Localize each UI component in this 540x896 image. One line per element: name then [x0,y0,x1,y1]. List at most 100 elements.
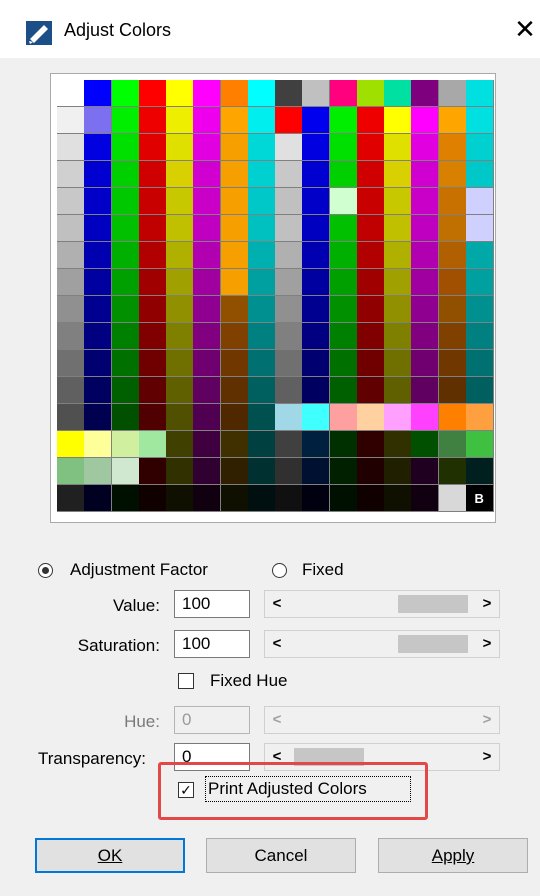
color-swatch[interactable] [247,323,276,350]
saturation-input[interactable]: 100 [174,630,250,658]
color-swatch[interactable] [166,377,194,404]
color-swatch[interactable] [411,485,440,512]
color-swatch[interactable] [247,80,276,107]
color-swatch[interactable] [57,323,85,350]
color-swatch[interactable] [111,350,140,377]
color-swatch[interactable] [356,431,385,458]
color-swatch[interactable] [220,458,249,485]
color-swatch[interactable] [329,161,358,188]
color-swatch[interactable] [302,323,331,350]
color-swatch[interactable] [166,458,194,485]
color-swatch[interactable] [356,242,385,269]
color-swatch[interactable] [384,269,412,296]
color-swatch[interactable] [84,269,113,296]
color-swatch[interactable] [111,107,140,134]
color-swatch[interactable] [465,404,494,431]
color-swatch[interactable] [384,350,412,377]
color-swatch[interactable] [411,431,440,458]
fixed-label[interactable]: Fixed [302,560,344,580]
value-input[interactable]: 100 [174,590,250,618]
color-swatch[interactable] [166,485,194,512]
color-swatch[interactable] [193,377,222,404]
color-swatch[interactable] [166,80,194,107]
color-swatch[interactable] [411,323,440,350]
color-swatch[interactable] [302,377,331,404]
cancel-button[interactable]: Cancel [206,838,356,873]
color-swatch[interactable] [138,215,167,242]
color-swatch[interactable] [329,431,358,458]
hue-scroll-left-icon[interactable]: < [267,707,287,733]
color-swatch[interactable] [411,80,440,107]
color-swatch[interactable] [384,242,412,269]
color-swatch[interactable] [356,161,385,188]
color-swatch[interactable] [302,242,331,269]
color-swatch[interactable] [220,134,249,161]
fixed-radio[interactable] [272,563,287,578]
fixed-hue-checkbox[interactable] [178,673,194,689]
color-swatch[interactable] [138,458,167,485]
color-swatch[interactable] [166,107,194,134]
color-swatch[interactable] [302,269,331,296]
color-swatch[interactable] [111,80,140,107]
color-swatch[interactable] [193,161,222,188]
color-swatch[interactable] [275,377,303,404]
color-swatch[interactable] [247,485,276,512]
color-swatch[interactable] [247,242,276,269]
color-swatch[interactable] [302,188,331,215]
color-swatch[interactable] [138,161,167,188]
color-swatch[interactable] [220,431,249,458]
color-swatch[interactable] [220,188,249,215]
color-swatch[interactable] [220,323,249,350]
color-swatch[interactable] [275,134,303,161]
color-swatch[interactable] [329,323,358,350]
color-swatch[interactable] [384,404,412,431]
color-swatch[interactable] [329,107,358,134]
color-swatch[interactable] [384,323,412,350]
saturation-scrollbar[interactable]: < > [264,630,500,658]
color-swatch[interactable] [193,107,222,134]
color-swatch[interactable] [220,107,249,134]
color-swatch[interactable] [438,350,467,377]
color-swatch[interactable] [384,107,412,134]
color-swatch[interactable] [302,215,331,242]
color-swatch[interactable] [84,431,113,458]
color-swatch[interactable] [465,242,494,269]
color-swatch[interactable] [275,404,303,431]
color-swatch[interactable] [247,350,276,377]
transparency-scroll-right-icon[interactable]: > [477,744,497,770]
color-swatch[interactable] [438,323,467,350]
color-swatch[interactable] [438,242,467,269]
color-swatch[interactable] [84,296,113,323]
color-swatch[interactable] [247,134,276,161]
color-swatch[interactable] [356,323,385,350]
color-swatch[interactable] [438,377,467,404]
color-swatch[interactable] [166,134,194,161]
color-swatch[interactable] [138,404,167,431]
color-swatch[interactable] [84,161,113,188]
color-swatch[interactable] [138,188,167,215]
color-swatch[interactable] [138,134,167,161]
color-swatch[interactable] [247,404,276,431]
color-swatch[interactable] [465,107,494,134]
color-swatch[interactable] [138,350,167,377]
color-swatch[interactable] [57,80,85,107]
color-swatch[interactable] [329,215,358,242]
color-swatch[interactable] [465,215,494,242]
color-swatch[interactable] [193,458,222,485]
color-swatch[interactable] [111,458,140,485]
color-swatch[interactable] [275,161,303,188]
close-icon[interactable]: ✕ [512,16,538,44]
color-swatch[interactable] [84,458,113,485]
color-swatch[interactable] [111,323,140,350]
value-scroll-left-icon[interactable]: < [267,591,287,617]
saturation-scroll-right-icon[interactable]: > [477,631,497,657]
value-scrollbar[interactable]: < > [264,590,500,618]
color-swatch[interactable] [57,269,85,296]
color-swatch[interactable] [438,80,467,107]
color-swatch[interactable] [438,404,467,431]
color-swatch[interactable] [302,107,331,134]
color-swatch[interactable] [220,485,249,512]
color-swatch[interactable] [384,161,412,188]
adjustment-factor-label[interactable]: Adjustment Factor [70,560,208,580]
color-swatch[interactable] [138,431,167,458]
